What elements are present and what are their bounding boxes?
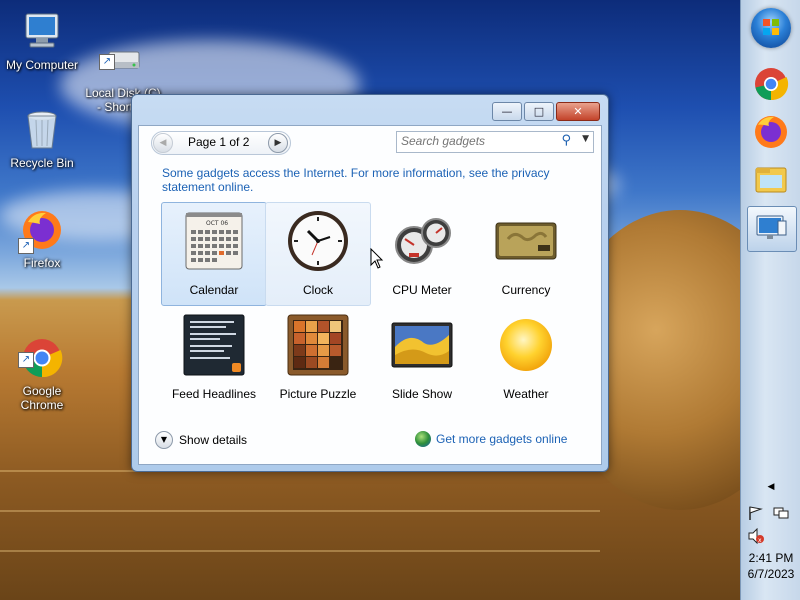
taskbar-firefox-button[interactable] (747, 110, 795, 154)
desktop-icon-label: Recycle Bin (10, 156, 74, 170)
get-more-gadgets-label: Get more gadgets online (436, 432, 568, 446)
clock-icon (286, 209, 350, 273)
desktop-icon-recycle-bin[interactable]: Recycle Bin (0, 108, 84, 170)
page-indicator: Page 1 of 2 (188, 135, 250, 149)
gadget-tile-picture-puzzle[interactable]: Picture Puzzle (265, 306, 371, 410)
close-button[interactable]: ✕ (556, 102, 600, 121)
start-orb-icon[interactable] (751, 8, 791, 48)
minimize-button[interactable]: — (492, 102, 522, 121)
calendar-icon: OCT 06 (182, 209, 246, 273)
desktop-icon-my-computer[interactable]: My Computer (0, 10, 84, 72)
taskbar: ◀ x 2:41 PM 6/7/2023 (740, 0, 800, 600)
chevron-down-icon[interactable]: ▼ (582, 134, 589, 144)
show-details-label: Show details (179, 433, 248, 447)
desktop-icon-label: My Computer (5, 58, 79, 72)
desktop-icon-chrome[interactable]: ↗ Google Chrome (0, 308, 84, 412)
shortcut-arrow-icon: ↗ (18, 238, 34, 254)
shortcut-arrow-icon: ↗ (99, 54, 115, 70)
gadget-label: Calendar (189, 283, 239, 297)
gadgets-icon (756, 215, 787, 239)
desktop-icon-firefox[interactable]: ↗ Firefox (0, 208, 84, 270)
computer-icon (20, 10, 64, 54)
close-icon: ✕ (573, 105, 583, 118)
gadgets-toolbar: ◀ Page 1 of 2 ▶ ⚲ ▼ (139, 126, 601, 162)
taskbar-chrome-button[interactable] (747, 62, 795, 106)
currency-icon (494, 209, 558, 273)
gadget-label: Currency (501, 283, 551, 297)
taskbar-explorer-button[interactable] (747, 158, 795, 202)
chrome-icon: ↗ (18, 322, 64, 378)
gadget-gallery: OCT 06 Calendar Clock CPU Meter Currency… (161, 202, 581, 414)
gadgets-panel: ◀ Page 1 of 2 ▶ ⚲ ▼ Some gadgets access … (138, 125, 602, 465)
clock-date: 6/7/2023 (747, 567, 795, 581)
gadget-tile-slide-show[interactable]: Slide Show (369, 306, 475, 410)
picture-puzzle-icon (286, 313, 350, 377)
chevron-right-icon: ▶ (274, 138, 282, 148)
previous-page-button[interactable]: ◀ (153, 133, 173, 153)
firefox-icon (755, 116, 787, 148)
gadgets-footer: ▼ Show details Get more gadgets online (139, 426, 601, 464)
search-icon[interactable]: ⚲ (561, 133, 571, 148)
chrome-icon (755, 68, 789, 101)
slide-show-icon (390, 313, 454, 377)
gadget-tile-weather[interactable]: Weather (473, 306, 579, 410)
weather-sun-icon (494, 313, 558, 377)
shortcut-arrow-icon: ↗ (18, 352, 34, 368)
next-page-button[interactable]: ▶ (268, 133, 288, 153)
chevron-down-icon: ▼ (155, 431, 173, 449)
cpu-meter-icon (390, 209, 454, 273)
gadget-label: Slide Show (391, 387, 453, 401)
field-row (0, 550, 600, 552)
gadget-tile-clock[interactable]: Clock (265, 202, 371, 306)
gadget-label: CPU Meter (392, 283, 452, 297)
tray-icons (741, 505, 800, 524)
firefox-icon: ↗ (18, 208, 64, 254)
gadget-tile-calendar[interactable]: OCT 06 Calendar (161, 202, 267, 306)
volume-muted-icon[interactable]: x (741, 527, 800, 547)
explorer-icon (755, 167, 787, 193)
feed-headlines-icon (182, 313, 246, 377)
gadget-label: Feed Headlines (171, 387, 257, 401)
clock-time: 2:41 PM (748, 551, 794, 565)
minimize-icon: — (501, 105, 513, 118)
tray-expand-chevron-icon[interactable]: ◀ (741, 482, 800, 492)
show-details-button[interactable]: ▼ Show details (155, 430, 247, 450)
field-row (0, 510, 600, 512)
search-input[interactable] (401, 133, 551, 149)
chevron-left-icon: ◀ (159, 138, 167, 148)
mouse-cursor-icon (370, 247, 384, 270)
maximize-button[interactable]: □ (524, 102, 554, 121)
system-clock[interactable]: 2:41 PM 6/7/2023 (741, 550, 800, 582)
gadgets-window: — □ ✕ ◀ Page 1 of 2 ▶ ⚲ ▼ Some gadgets a… (131, 94, 609, 472)
gadget-label: Weather (503, 387, 549, 401)
svg-text:x: x (758, 537, 762, 544)
privacy-notice-link[interactable]: Some gadgets access the Internet. For mo… (162, 166, 582, 194)
network-icon[interactable] (773, 507, 789, 519)
taskbar-gadgets-button[interactable] (747, 206, 797, 252)
gadget-label: Picture Puzzle (279, 387, 357, 401)
calendar-month-label: OCT 06 (206, 220, 228, 227)
desktop-icon-label: Firefox (23, 256, 61, 270)
drive-icon: ↗ (99, 24, 145, 70)
recycle-bin-icon (20, 108, 64, 152)
gadget-tile-feed-headlines[interactable]: Feed Headlines (161, 306, 267, 410)
gadget-tile-currency[interactable]: Currency (473, 202, 579, 306)
gadget-label: Clock (302, 283, 333, 297)
action-center-flag-icon[interactable] (749, 506, 763, 520)
desktop-icon-label: Google Chrome (20, 384, 64, 412)
gadget-tile-cpu-meter[interactable]: CPU Meter (369, 202, 475, 306)
get-more-gadgets-link[interactable]: Get more gadgets online (415, 431, 567, 447)
search-box: ⚲ ▼ (396, 131, 594, 153)
window-controls: — □ ✕ (490, 102, 600, 121)
maximize-icon: □ (533, 105, 545, 118)
globe-icon (415, 431, 431, 447)
page-navigator: ◀ Page 1 of 2 ▶ (151, 131, 291, 155)
